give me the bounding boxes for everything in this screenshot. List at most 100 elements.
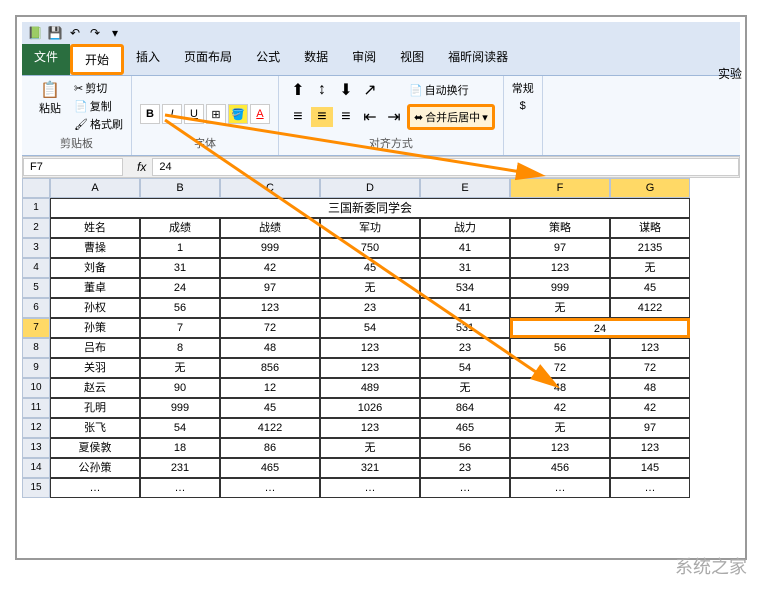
data-cell[interactable]: 321: [320, 458, 420, 478]
paste-button[interactable]: 📋 粘贴: [30, 80, 70, 132]
col-header[interactable]: A: [50, 178, 140, 198]
tab-home[interactable]: 开始: [70, 44, 124, 75]
tab-insert[interactable]: 插入: [124, 44, 172, 75]
border-button[interactable]: ⊞: [206, 104, 226, 124]
row-header[interactable]: 5: [22, 278, 50, 298]
data-cell[interactable]: 123: [320, 418, 420, 438]
data-cell[interactable]: 123: [320, 358, 420, 378]
save-icon[interactable]: 💾: [46, 24, 64, 42]
row-header[interactable]: 4: [22, 258, 50, 278]
data-cell[interactable]: 刘备: [50, 258, 140, 278]
data-cell[interactable]: 465: [420, 418, 510, 438]
data-cell[interactable]: 54: [320, 318, 420, 338]
tab-layout[interactable]: 页面布局: [172, 44, 244, 75]
data-cell[interactable]: 56: [420, 438, 510, 458]
data-cell[interactable]: 24: [140, 278, 220, 298]
merge-center-button[interactable]: ⬌合并后居中▾: [407, 104, 495, 130]
data-cell[interactable]: 赵云: [50, 378, 140, 398]
italic-button[interactable]: I: [162, 104, 182, 124]
fill-color-button[interactable]: 🪣: [228, 104, 248, 124]
row-header[interactable]: 3: [22, 238, 50, 258]
orientation-icon[interactable]: ↗: [359, 80, 381, 100]
data-cell[interactable]: 1026: [320, 398, 420, 418]
data-cell[interactable]: 90: [140, 378, 220, 398]
formula-bar[interactable]: 24: [152, 158, 739, 176]
data-cell[interactable]: 夏侯敦: [50, 438, 140, 458]
data-cell[interactable]: …: [320, 478, 420, 498]
data-cell[interactable]: 23: [420, 458, 510, 478]
data-cell[interactable]: 864: [420, 398, 510, 418]
data-cell[interactable]: 123: [510, 258, 610, 278]
row-header[interactable]: 2: [22, 218, 50, 238]
data-cell[interactable]: 4122: [610, 298, 690, 318]
data-cell[interactable]: 1: [140, 238, 220, 258]
data-cell[interactable]: 无: [320, 438, 420, 458]
data-cell[interactable]: 12: [220, 378, 320, 398]
title-cell[interactable]: 三国新委同学会: [50, 198, 690, 218]
data-cell[interactable]: 无: [420, 378, 510, 398]
data-cell[interactable]: 孔明: [50, 398, 140, 418]
bold-button[interactable]: B: [140, 104, 160, 124]
data-cell[interactable]: …: [220, 478, 320, 498]
row-header[interactable]: 15: [22, 478, 50, 498]
data-cell[interactable]: 56: [510, 338, 610, 358]
data-cell[interactable]: 孙策: [50, 318, 140, 338]
data-cell[interactable]: 23: [320, 298, 420, 318]
format-painter-button[interactable]: 🖌格式刷: [74, 116, 123, 132]
data-cell[interactable]: 123: [610, 438, 690, 458]
data-cell[interactable]: 42: [610, 398, 690, 418]
row-header[interactable]: 13: [22, 438, 50, 458]
data-cell[interactable]: 456: [510, 458, 610, 478]
select-all-corner[interactable]: [22, 178, 50, 198]
row-header[interactable]: 14: [22, 458, 50, 478]
data-cell[interactable]: 123: [610, 338, 690, 358]
data-cell[interactable]: 关羽: [50, 358, 140, 378]
data-cell[interactable]: 45: [610, 278, 690, 298]
data-cell[interactable]: 54: [420, 358, 510, 378]
data-cell[interactable]: 无: [510, 418, 610, 438]
data-cell[interactable]: 31: [140, 258, 220, 278]
align-left-icon[interactable]: ≡: [287, 107, 309, 127]
data-cell[interactable]: 8: [140, 338, 220, 358]
data-cell[interactable]: 吕布: [50, 338, 140, 358]
row-header[interactable]: 11: [22, 398, 50, 418]
data-cell[interactable]: 48: [510, 378, 610, 398]
data-cell[interactable]: 2135: [610, 238, 690, 258]
data-cell[interactable]: 无: [140, 358, 220, 378]
redo-icon[interactable]: ↷: [86, 24, 104, 42]
header-cell[interactable]: 战绩: [220, 218, 320, 238]
align-top-icon[interactable]: ⬆: [287, 80, 309, 100]
data-cell[interactable]: 72: [220, 318, 320, 338]
data-cell[interactable]: 42: [220, 258, 320, 278]
data-cell[interactable]: 534: [420, 278, 510, 298]
indent-decrease-icon[interactable]: ⇤: [359, 107, 381, 127]
data-cell[interactable]: 孙权: [50, 298, 140, 318]
col-header[interactable]: B: [140, 178, 220, 198]
row-header[interactable]: 8: [22, 338, 50, 358]
data-cell[interactable]: 750: [320, 238, 420, 258]
data-cell[interactable]: 31: [420, 258, 510, 278]
align-bottom-icon[interactable]: ⬇: [335, 80, 357, 100]
data-cell[interactable]: 41: [420, 298, 510, 318]
data-cell[interactable]: …: [50, 478, 140, 498]
data-cell[interactable]: 无: [320, 278, 420, 298]
merged-selected-cell[interactable]: 24: [510, 318, 690, 338]
data-cell[interactable]: 465: [220, 458, 320, 478]
data-cell[interactable]: 45: [220, 398, 320, 418]
font-color-button[interactable]: A: [250, 104, 270, 124]
row-header[interactable]: 9: [22, 358, 50, 378]
data-cell[interactable]: 123: [510, 438, 610, 458]
name-box[interactable]: F7: [23, 158, 123, 176]
tab-data[interactable]: 数据: [292, 44, 340, 75]
underline-button[interactable]: U: [184, 104, 204, 124]
row-header[interactable]: 1: [22, 198, 50, 218]
data-cell[interactable]: 999: [140, 398, 220, 418]
tab-review[interactable]: 审阅: [340, 44, 388, 75]
data-cell[interactable]: 7: [140, 318, 220, 338]
data-cell[interactable]: 489: [320, 378, 420, 398]
data-cell[interactable]: 曹操: [50, 238, 140, 258]
data-cell[interactable]: 145: [610, 458, 690, 478]
data-cell[interactable]: 无: [610, 258, 690, 278]
align-middle-icon[interactable]: ↕: [311, 80, 333, 100]
data-cell[interactable]: 72: [610, 358, 690, 378]
